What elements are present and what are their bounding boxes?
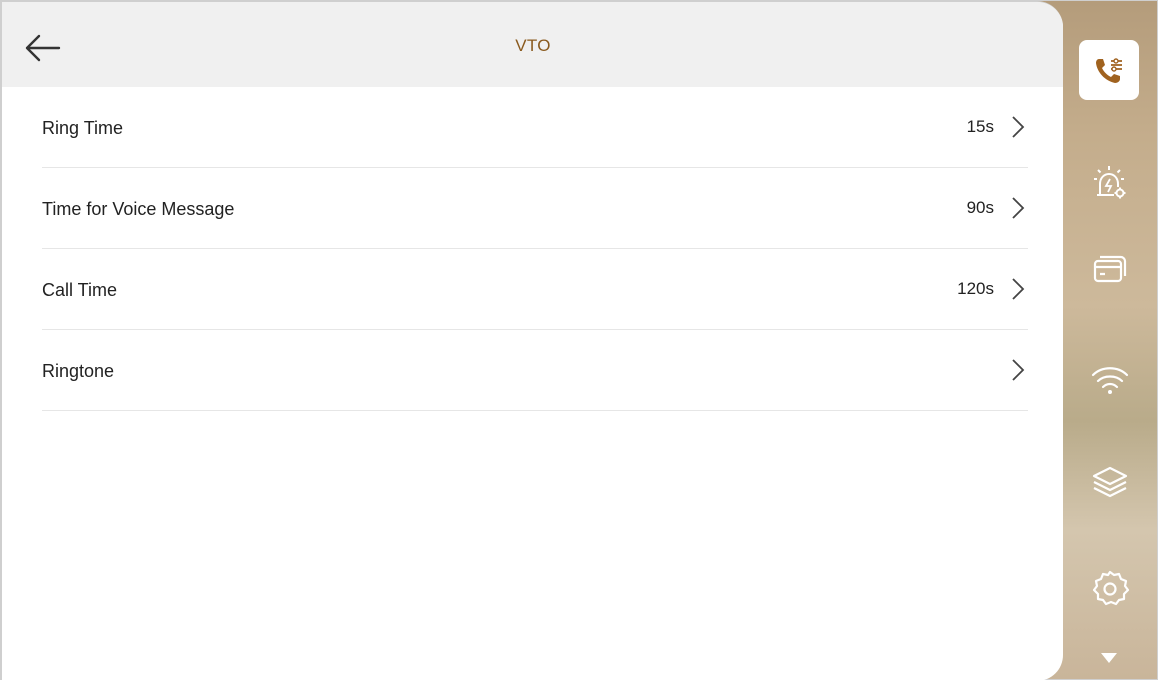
sidebar-item-card[interactable]: [1079, 238, 1141, 300]
setting-row-voice-message-time[interactable]: Time for Voice Message 90s: [42, 168, 1028, 249]
setting-value: 90s: [966, 198, 994, 217]
setting-value: 120s: [957, 279, 994, 298]
sidebar-item-wifi[interactable]: [1079, 349, 1141, 411]
setting-row-call-time[interactable]: Call Time 120s: [42, 249, 1028, 330]
sidebar-item-alarm[interactable]: [1079, 151, 1141, 213]
layers-icon: [1092, 466, 1128, 498]
sidebar-item-settings[interactable]: [1079, 557, 1141, 619]
page-title: VTO: [515, 36, 551, 55]
setting-row-ringtone[interactable]: Ringtone: [42, 330, 1028, 411]
setting-label: Time for Voice Message: [42, 198, 235, 219]
chevron-right-icon: [1012, 359, 1025, 381]
gear-icon: [1092, 570, 1130, 606]
setting-value: 15s: [966, 117, 994, 136]
sidebar-item-layers[interactable]: [1079, 451, 1141, 513]
device-screen: VTO Ring Time 15s Time for Voice Message…: [0, 0, 1158, 680]
setting-label: Ring Time: [42, 117, 124, 138]
setting-label: Call Time: [42, 279, 118, 300]
settings-panel: VTO Ring Time 15s Time for Voice Message…: [1, 1, 1063, 680]
card-icon: [1093, 255, 1127, 283]
wifi-icon: [1091, 367, 1129, 394]
alarm-settings-icon: [1094, 166, 1126, 199]
setting-row-ring-time[interactable]: Ring Time 15s: [42, 87, 1028, 168]
header-bar: VTO: [2, 2, 1063, 87]
chevron-right-icon: [1012, 197, 1025, 219]
sidebar-nav: [1063, 1, 1158, 680]
settings-list: Ring Time 15s Time for Voice Message 90s…: [42, 87, 1028, 411]
sidebar-item-call-settings[interactable]: [1079, 40, 1139, 100]
call-settings-icon: [1096, 58, 1122, 83]
setting-label: Ringtone: [42, 360, 115, 381]
chevron-right-icon: [1012, 278, 1025, 300]
scroll-down-icon[interactable]: [1101, 653, 1117, 663]
chevron-right-icon: [1012, 116, 1025, 138]
